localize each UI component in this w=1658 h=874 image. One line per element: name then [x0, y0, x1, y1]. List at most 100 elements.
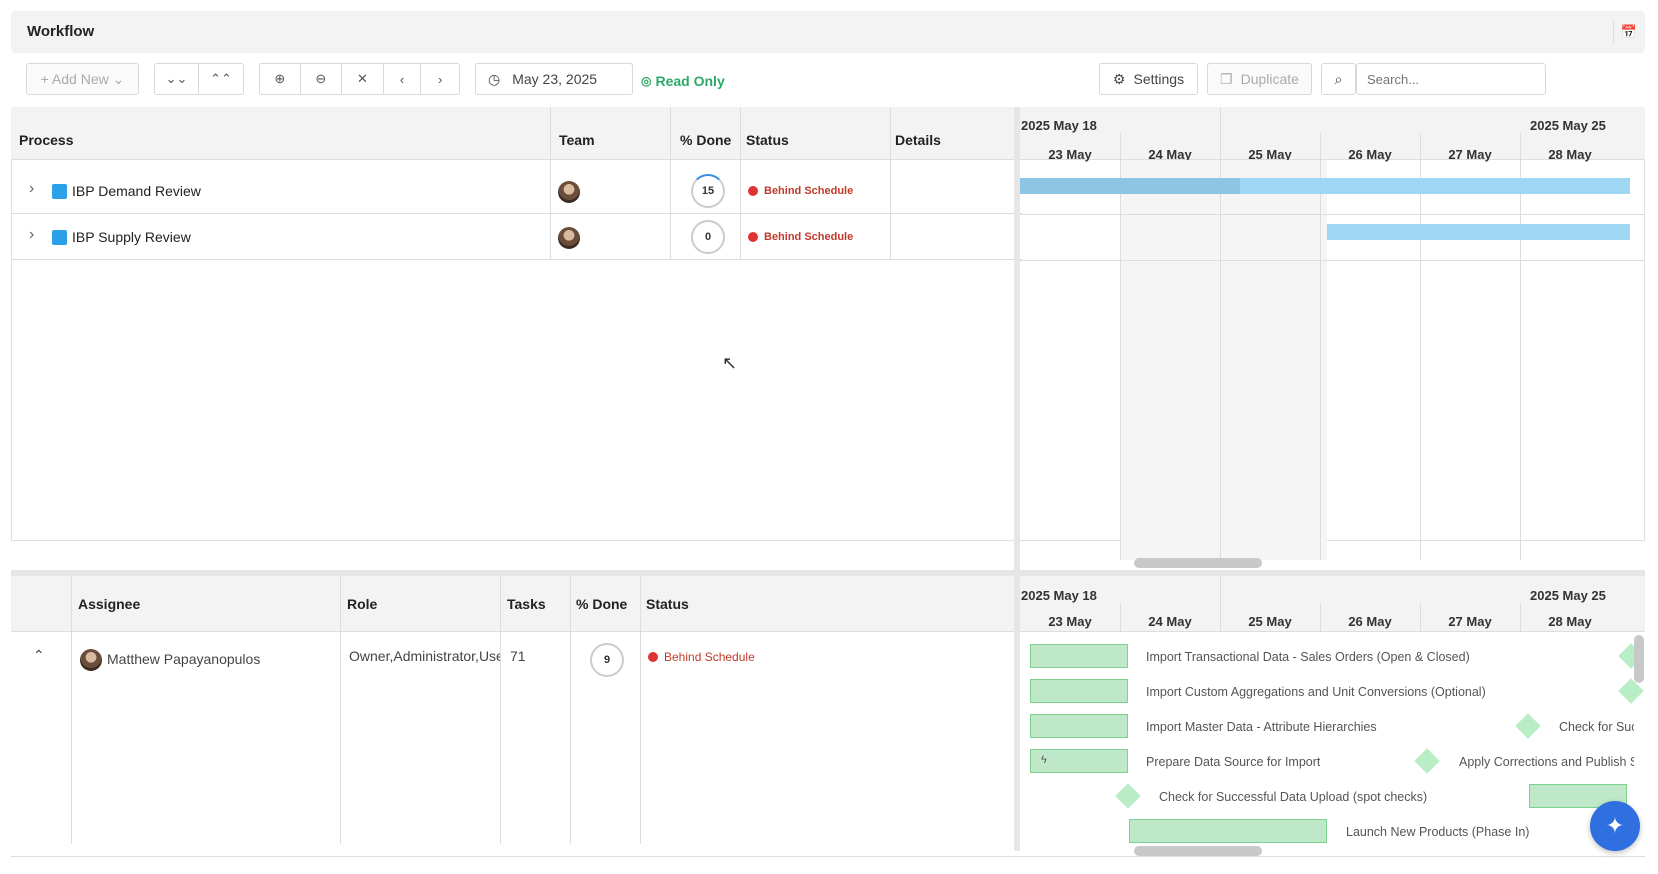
task-label: Check for Successful Data Upload (spot c…	[1159, 790, 1428, 804]
task-label: Import Transactional Data - Sales Orders…	[1146, 650, 1470, 664]
add-new-button[interactable]: + Add New ⌄	[26, 63, 139, 95]
gantt-day: 23 May	[1048, 147, 1092, 162]
horizontal-scrollbar[interactable]	[1134, 846, 1262, 856]
col-team[interactable]: Team	[559, 132, 595, 148]
gantt-bar[interactable]	[1327, 224, 1630, 240]
vertical-scrollbar[interactable]	[1634, 635, 1644, 683]
vertical-splitter[interactable]	[1014, 107, 1020, 851]
search-button[interactable]: ⌕	[1321, 63, 1356, 95]
task-label: Import Custom Aggregations and Unit Conv…	[1146, 685, 1486, 699]
col-tasks[interactable]: Tasks	[507, 596, 546, 612]
task-bar[interactable]: ϟ	[1030, 749, 1128, 773]
milestone-diamond[interactable]	[1414, 748, 1440, 774]
gantt-day: 27 May	[1448, 147, 1492, 162]
gantt-week: 2025 May 18	[1021, 588, 1097, 603]
table-row[interactable]: › IBP Demand Review 15 Behind Schedule	[11, 168, 1022, 214]
task-label: Check for Successful Data Upload	[1559, 720, 1634, 734]
gantt-day: 25 May	[1248, 614, 1292, 629]
read-only-badge: ◎ Read Only	[641, 73, 725, 89]
avatar	[558, 181, 580, 203]
fit-icon[interactable]: ✕	[342, 64, 384, 94]
duplicate-button[interactable]: ❐ Duplicate	[1207, 63, 1312, 95]
next-icon[interactable]: ›	[421, 64, 459, 94]
clock-icon: ◷	[488, 70, 501, 87]
task-bar[interactable]	[1030, 644, 1128, 668]
gantt-day: 23 May	[1048, 614, 1092, 629]
task-bar[interactable]	[1129, 819, 1327, 843]
gantt-day: 27 May	[1448, 614, 1492, 629]
settings-button[interactable]: ⚙ Settings	[1099, 63, 1198, 95]
status-badge: Behind Schedule	[748, 185, 853, 197]
gantt-week: 2025 May 25	[1530, 118, 1606, 133]
col-process[interactable]: Process	[19, 132, 73, 148]
task-label: Apply Corrections and Publish Sales	[1459, 755, 1634, 769]
assignee-tasks: 71	[510, 648, 526, 664]
assignee-name: Matthew Papayanopulos	[107, 651, 261, 667]
search-icon: ⌕	[1334, 70, 1343, 87]
avatar	[558, 227, 580, 249]
copy-icon: ❐	[1220, 70, 1233, 87]
gantt-day: 28 May	[1548, 614, 1592, 629]
prev-icon[interactable]: ‹	[384, 64, 422, 94]
table-row[interactable]: › IBP Supply Review 0 Behind Schedule	[11, 214, 1022, 260]
sparkle-icon: ✦	[1605, 813, 1625, 838]
gear-icon: ⚙	[1112, 70, 1126, 87]
task-label: Launch New Products (Phase In)	[1346, 825, 1530, 839]
col-done[interactable]: % Done	[576, 596, 627, 612]
col-status[interactable]: Status	[646, 596, 689, 612]
collapse-all-icon[interactable]: ⌃⌃	[199, 64, 243, 94]
gantt-day: 24 May	[1148, 614, 1192, 629]
avatar	[80, 649, 102, 671]
milestone-diamond[interactable]	[1515, 713, 1541, 739]
lightning-icon: ϟ	[1041, 754, 1047, 766]
collapse-up-icon[interactable]: ⌃	[33, 647, 45, 664]
horizontal-scrollbar[interactable]	[1134, 558, 1262, 568]
process-name: IBP Demand Review	[72, 183, 201, 199]
process-color-icon	[52, 230, 67, 245]
cursor-icon: ↖	[722, 353, 738, 373]
gantt-bar-progress	[1020, 178, 1240, 194]
date-value: May 23, 2025	[512, 71, 598, 87]
process-color-icon	[52, 184, 67, 199]
status-badge: Behind Schedule	[648, 650, 755, 664]
ai-assistant-button[interactable]: ✦	[1590, 801, 1640, 851]
add-new-label: + Add New	[40, 71, 109, 87]
weekend-shade	[1120, 160, 1327, 560]
search-input[interactable]	[1356, 63, 1546, 95]
task-label: Import Master Data - Attribute Hierarchi…	[1146, 720, 1377, 734]
duplicate-label: Duplicate	[1240, 71, 1299, 87]
calendar-icon[interactable]: 📅	[1613, 21, 1637, 43]
gantt-week: 2025 May 25	[1530, 588, 1606, 603]
task-label: Prepare Data Source for Import	[1146, 755, 1321, 769]
date-picker[interactable]: ◷ May 23, 2025	[475, 63, 633, 95]
expand-all-icon[interactable]: ⌄⌄	[155, 64, 200, 94]
gantt-day: 26 May	[1348, 614, 1392, 629]
col-role[interactable]: Role	[347, 596, 377, 612]
assignee-role: Owner,Administrator,User	[349, 648, 500, 664]
col-status[interactable]: Status	[746, 132, 789, 148]
col-assignee[interactable]: Assignee	[78, 596, 140, 612]
progress-ring: 15	[691, 174, 725, 208]
zoom-out-icon[interactable]: ⊖	[301, 64, 343, 94]
gantt-day: 26 May	[1348, 147, 1392, 162]
milestone-diamond[interactable]	[1115, 783, 1141, 809]
zoom-in-icon[interactable]: ⊕	[260, 64, 301, 94]
progress-ring: 9	[590, 643, 624, 677]
task-bar[interactable]	[1030, 714, 1128, 738]
gantt-week: 2025 May 18	[1021, 118, 1097, 133]
chevron-right-icon[interactable]: ›	[29, 226, 34, 244]
eye-icon: ◎	[641, 74, 652, 88]
progress-ring: 0	[691, 220, 725, 254]
status-badge: Behind Schedule	[748, 231, 853, 243]
zoom-nav-group: ⊕ ⊖ ✕ ‹ ›	[259, 63, 460, 95]
col-details[interactable]: Details	[895, 132, 941, 148]
page-title: Workflow	[27, 23, 95, 40]
gantt-day: 28 May	[1548, 147, 1592, 162]
settings-label: Settings	[1133, 71, 1185, 87]
task-bar[interactable]	[1030, 679, 1128, 703]
expand-collapse-group: ⌄⌄ ⌃⌃	[154, 63, 244, 95]
col-done[interactable]: % Done	[680, 132, 731, 148]
read-only-label: Read Only	[655, 73, 725, 89]
process-name: IBP Supply Review	[72, 229, 191, 245]
chevron-right-icon[interactable]: ›	[29, 180, 34, 198]
